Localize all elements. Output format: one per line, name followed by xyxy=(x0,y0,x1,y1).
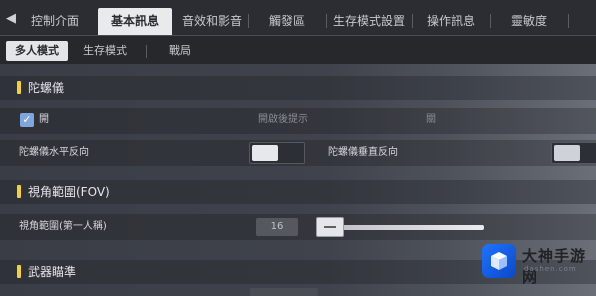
watermark: 大神手游网 dashen.com xyxy=(474,236,596,296)
sub-tab-bar: 多人模式 生存模式 戰局 xyxy=(0,36,596,64)
subtab-survival[interactable]: 生存模式 xyxy=(74,41,136,61)
gyro-on-label: 開 xyxy=(39,114,49,125)
toggle-knob xyxy=(252,145,278,161)
subtab-multiplayer[interactable]: 多人模式 xyxy=(6,41,68,61)
section-title: 武器瞄準 xyxy=(28,265,77,279)
subtab-match[interactable]: 戰局 xyxy=(150,41,210,61)
section-fov: 視角範圍(FOV) xyxy=(0,180,596,204)
fov-value-display: 16 xyxy=(256,218,298,236)
gyro-off-label: 關 xyxy=(426,114,436,125)
gyro-invert-row: 陀螺儀水平反向 陀螺儀垂直反向 xyxy=(0,140,596,166)
fov-slider-thumb[interactable] xyxy=(316,217,344,237)
gyro-hint-label: 開啟後提示 xyxy=(258,114,308,125)
tab-survival-settings[interactable]: 生存模式設置 xyxy=(330,8,408,35)
cube-icon xyxy=(491,252,507,270)
slider-grip-icon xyxy=(324,226,336,228)
tab-controls[interactable]: 控制介面 xyxy=(24,8,86,35)
section-title: 視角範圍(FOV) xyxy=(28,185,110,199)
gyro-enable-row: ✓ 開 開啟後提示 關 xyxy=(0,108,596,134)
tab-divider xyxy=(490,14,491,28)
section-accent-bar xyxy=(17,265,21,278)
gyro-enable-checkbox[interactable]: ✓ xyxy=(20,113,34,127)
top-tab-bar: ◀ 控制介面 基本訊息 音效和影音 觸發區 生存模式設置 操作訊息 靈敏度 xyxy=(0,0,596,36)
tab-divider xyxy=(248,14,249,28)
tab-divider xyxy=(412,14,413,28)
back-arrow-icon[interactable]: ◀ xyxy=(0,6,22,32)
tab-trigger-zone[interactable]: 觸發區 xyxy=(252,8,322,35)
section-title: 陀螺儀 xyxy=(28,81,65,95)
toggle-knob xyxy=(554,145,580,161)
section-accent-bar xyxy=(17,185,21,198)
tab-sensitivity[interactable]: 靈敏度 xyxy=(494,8,564,35)
gyro-horizontal-invert-label: 陀螺儀水平反向 xyxy=(19,147,89,158)
section-gyroscope: 陀螺儀 xyxy=(0,76,596,100)
gyro-horizontal-invert-toggle[interactable] xyxy=(249,142,305,164)
partial-control xyxy=(250,288,318,296)
subtab-divider xyxy=(146,45,147,58)
watermark-url: dashen.com xyxy=(524,265,577,273)
watermark-logo xyxy=(482,244,516,278)
tab-divider xyxy=(326,14,327,28)
tab-basic-info[interactable]: 基本訊息 xyxy=(98,8,172,35)
gyro-vertical-invert-label: 陀螺儀垂直反向 xyxy=(328,147,398,158)
section-accent-bar xyxy=(17,81,21,94)
tab-divider xyxy=(568,14,569,28)
fov-first-person-label: 視角範圍(第一人稱) xyxy=(19,221,107,232)
tab-operation-info[interactable]: 操作訊息 xyxy=(416,8,486,35)
tab-audio-video[interactable]: 音效和影音 xyxy=(176,8,248,35)
gyro-vertical-invert-toggle[interactable] xyxy=(551,142,596,164)
